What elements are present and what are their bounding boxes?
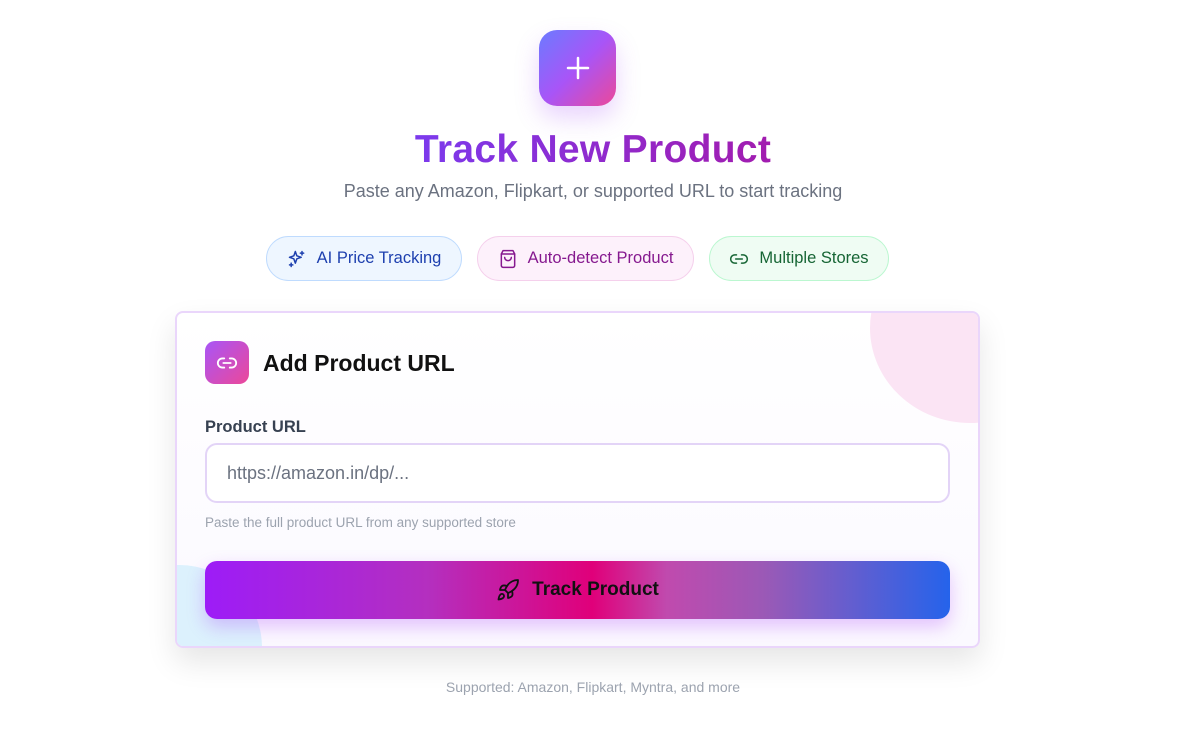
sparkles-icon [288, 250, 305, 267]
feature-pill-label: AI Price Tracking [316, 249, 442, 267]
card-header-icon-tile [205, 341, 249, 384]
product-url-label: Product URL [205, 418, 306, 436]
page-title: Track New Product [414, 128, 772, 171]
feature-pill-multiple-stores: Multiple Stores [709, 236, 889, 281]
track-product-button-label: Track Product [532, 579, 659, 600]
product-url-input[interactable] [205, 443, 950, 503]
supported-stores-note: Supported: Amazon, Flipkart, Myntra, and… [445, 679, 741, 695]
feature-pill-auto-detect: Auto-detect Product [477, 236, 694, 281]
shopping-bag-icon [500, 249, 515, 268]
decorative-blob [870, 313, 978, 423]
link-icon [216, 357, 238, 368]
feature-pill-ai-price-tracking: AI Price Tracking [266, 236, 462, 281]
feature-pill-label: Multiple Stores [759, 249, 869, 267]
track-product-button[interactable]: Track Product [205, 561, 950, 619]
page-subtitle: Paste any Amazon, Flipkart, or supported… [343, 181, 843, 201]
plus-icon [566, 56, 589, 80]
link-icon [730, 253, 749, 264]
feature-pill-label: Auto-detect Product [527, 249, 674, 267]
track-product-page: Track New Product Paste any Amazon, Flip… [0, 0, 1186, 733]
product-url-helper-text: Paste the full product URL from any supp… [205, 515, 516, 530]
add-product-icon-tile [539, 30, 616, 106]
card-title: Add Product URL [263, 350, 455, 376]
add-product-card: Add Product URL Product URL Paste the fu… [175, 311, 980, 648]
rocket-icon [497, 579, 520, 601]
